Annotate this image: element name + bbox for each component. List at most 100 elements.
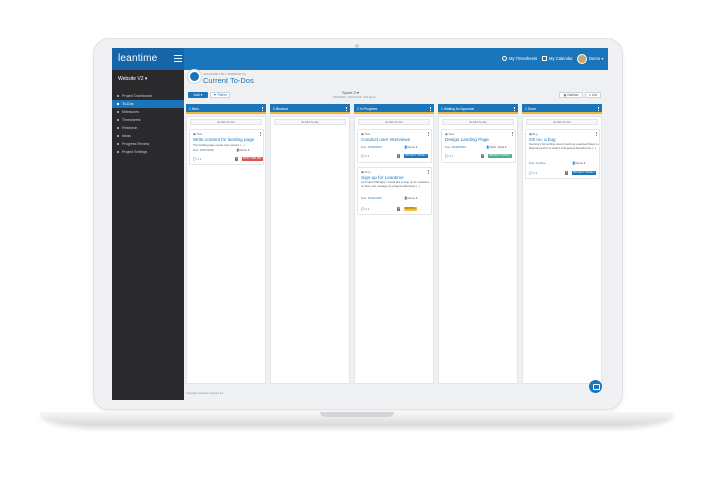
logo-text: leantime (118, 53, 158, 64)
card-due[interactable]: Due: 03/11/2019 (361, 196, 382, 200)
priority-badge[interactable]: 1 (235, 157, 239, 161)
chat-icon[interactable] (589, 380, 602, 393)
status-badge[interactable]: PROJECT STAGE 1 (404, 154, 428, 158)
hamburger-menu-icon[interactable] (174, 55, 182, 62)
status-badge[interactable]: FIRST TIME DEV (242, 157, 263, 161)
chevron-down-icon: ▾ (356, 90, 359, 95)
card-title[interactable]: Conduct user interviews (361, 137, 410, 142)
add-todo-button[interactable]: ⊕ Add To-Do (358, 119, 430, 125)
todo-card[interactable]: ▣ Task Write content for landing page Th… (189, 129, 264, 165)
user-menu[interactable]: Demo ▾ (589, 48, 603, 70)
priority-badge[interactable]: 0 (481, 154, 485, 158)
sidebar-item-to-dos[interactable]: To-Dos (112, 100, 184, 108)
add-todo-button[interactable]: ⊕ Add To-Do (526, 119, 598, 125)
card-type-label: Task (196, 132, 203, 136)
todo-card[interactable]: ▣ Task Design Landing Page Due: 03/28/20… (441, 129, 516, 163)
list-view-button[interactable]: ≡ List (585, 92, 601, 98)
card-comments[interactable]: 💬 1 1 (193, 157, 201, 161)
sidebar-item-milestones[interactable]: Milestones (112, 108, 184, 116)
column-new: ⊕ Add To-Do ▣ Task Write content for lan… (186, 116, 266, 384)
my-calendar-label: My Calendar (549, 56, 573, 61)
my-timesheets-label: My Timesheets (509, 56, 538, 61)
sidebar-item-label: Project Settings (122, 150, 148, 154)
sidebar-item-label: Ideas (122, 134, 131, 138)
assignee-name: Demo (407, 196, 415, 200)
assignee-dropdown[interactable]: 👤Clark, Clark ▾ (486, 145, 506, 149)
due-label: Due: (361, 196, 367, 200)
card-due[interactable]: Due: 03/28/2019 (445, 145, 466, 149)
avatar[interactable] (577, 54, 587, 64)
card-title[interactable]: Design Landing Page (445, 137, 489, 142)
priority-badge[interactable]: 0 (397, 207, 401, 211)
more-options-icon[interactable] (346, 107, 347, 111)
sidebar-item-project-settings[interactable]: Project Settings (112, 148, 184, 156)
status-badge[interactable]: PROJECT STAGE 1 (488, 154, 512, 158)
my-timesheets-link[interactable]: My Timesheets (502, 48, 537, 70)
card-description: As Project Manager I would like to sign … (361, 180, 430, 188)
column-done: ⊕ Add To-Do ▣ Bug Oh no, a bug Summary:S… (522, 116, 602, 384)
status-badge[interactable]: MONTH 1 (404, 207, 417, 211)
add-button[interactable]: Add ▾ (188, 92, 208, 98)
sidebar-item-ideas[interactable]: Ideas (112, 132, 184, 140)
due-date: 03/30/2019 (367, 145, 382, 149)
assignee-dropdown[interactable]: 👤Demo ▾ (236, 148, 249, 152)
more-options-icon[interactable] (430, 107, 431, 111)
more-options-icon[interactable] (428, 170, 429, 174)
more-options-icon[interactable] (428, 132, 429, 136)
todo-card[interactable]: ▣ Story Sign-up for Leantime As Project … (357, 167, 432, 215)
user-menu-label: Demo (589, 56, 601, 61)
priority-badge[interactable]: 1 (565, 171, 569, 175)
sidebar-item-label: To-Dos (122, 102, 134, 106)
card-comments[interactable]: 💬 1 1 (361, 154, 369, 158)
column-title: 1 Done (525, 107, 536, 111)
card-due[interactable]: Due: Anytime (529, 161, 546, 165)
filter-icon: ▼ (213, 93, 217, 97)
kanban-view-button[interactable]: ▦ Kanban (559, 92, 583, 98)
review-icon (117, 143, 119, 145)
column-title: 2 In Progress (357, 107, 378, 111)
more-options-icon[interactable] (598, 107, 599, 111)
project-selector[interactable]: Website V2 ▾ (118, 76, 147, 82)
card-type: ▣ Bug (529, 132, 538, 136)
priority-badge[interactable]: 1 (397, 154, 401, 158)
todo-card[interactable]: ▣ Task Conduct user interviews Due: 03/3… (357, 129, 432, 163)
comment-count: 1 1 (449, 154, 454, 158)
more-options-icon[interactable] (514, 107, 515, 111)
assignee-name: Clark, Clark (489, 145, 505, 149)
card-type: ▣ Task (361, 132, 371, 136)
assignee-dropdown[interactable]: 👤Demo ▾ (404, 145, 417, 149)
more-options-icon[interactable] (596, 132, 597, 136)
sidebar-item-progress-review[interactable]: Progress Review (112, 140, 184, 148)
assignee-dropdown[interactable]: 👤Demo ▾ (404, 196, 417, 200)
my-calendar-link[interactable]: My Calendar (542, 48, 573, 70)
filters-button[interactable]: ▼ Filters (210, 92, 230, 98)
sidebar-item-research[interactable]: Research (112, 124, 184, 132)
add-todo-label: Add To-Do (304, 120, 319, 124)
add-todo-label: Add To-Do (472, 120, 487, 124)
add-todo-button[interactable]: ⊕ Add To-Do (274, 119, 346, 125)
add-todo-button[interactable]: ⊕ Add To-Do (190, 119, 262, 125)
card-title[interactable]: Write content for landing page (193, 137, 254, 142)
sidebar-item-project-dashboard[interactable]: Project Dashboard (112, 92, 184, 100)
card-comments[interactable]: 💬 1 1 (361, 207, 369, 211)
comment-count: 1 1 (197, 157, 202, 161)
card-due[interactable]: Due: 03/27/2019 (193, 148, 214, 152)
sprint-selector[interactable]: Sprint 3 ▾ (342, 90, 359, 95)
sprint-label: Sprint 3 (342, 90, 356, 95)
column-header-in-progress: 2 In Progress (354, 104, 434, 114)
status-badge[interactable]: PROJECT STAGE 1 (572, 171, 596, 175)
calendar-icon (542, 56, 547, 62)
card-comments[interactable]: 💬 1 1 (529, 171, 537, 175)
comment-count: 1 1 (365, 207, 370, 211)
sidebar-item-timesheets[interactable]: Timesheets (112, 116, 184, 124)
add-todo-button[interactable]: ⊕ Add To-Do (442, 119, 514, 125)
assignee-dropdown[interactable]: 👤Demo ▾ (572, 161, 585, 165)
more-options-icon[interactable] (262, 107, 263, 111)
card-description: The landing page needs new content. (...… (193, 143, 245, 147)
sidebar: Website V2 ▾ Project Dashboard To-Dos Mi… (112, 70, 184, 400)
todo-card[interactable]: ▣ Bug Oh no, a bug Summary:Something doe… (525, 129, 600, 179)
more-options-icon[interactable] (512, 132, 513, 136)
card-due[interactable]: Due: 03/30/2019 (361, 145, 382, 149)
card-comments[interactable]: 💬 1 1 (445, 154, 453, 158)
more-options-icon[interactable] (260, 132, 261, 136)
